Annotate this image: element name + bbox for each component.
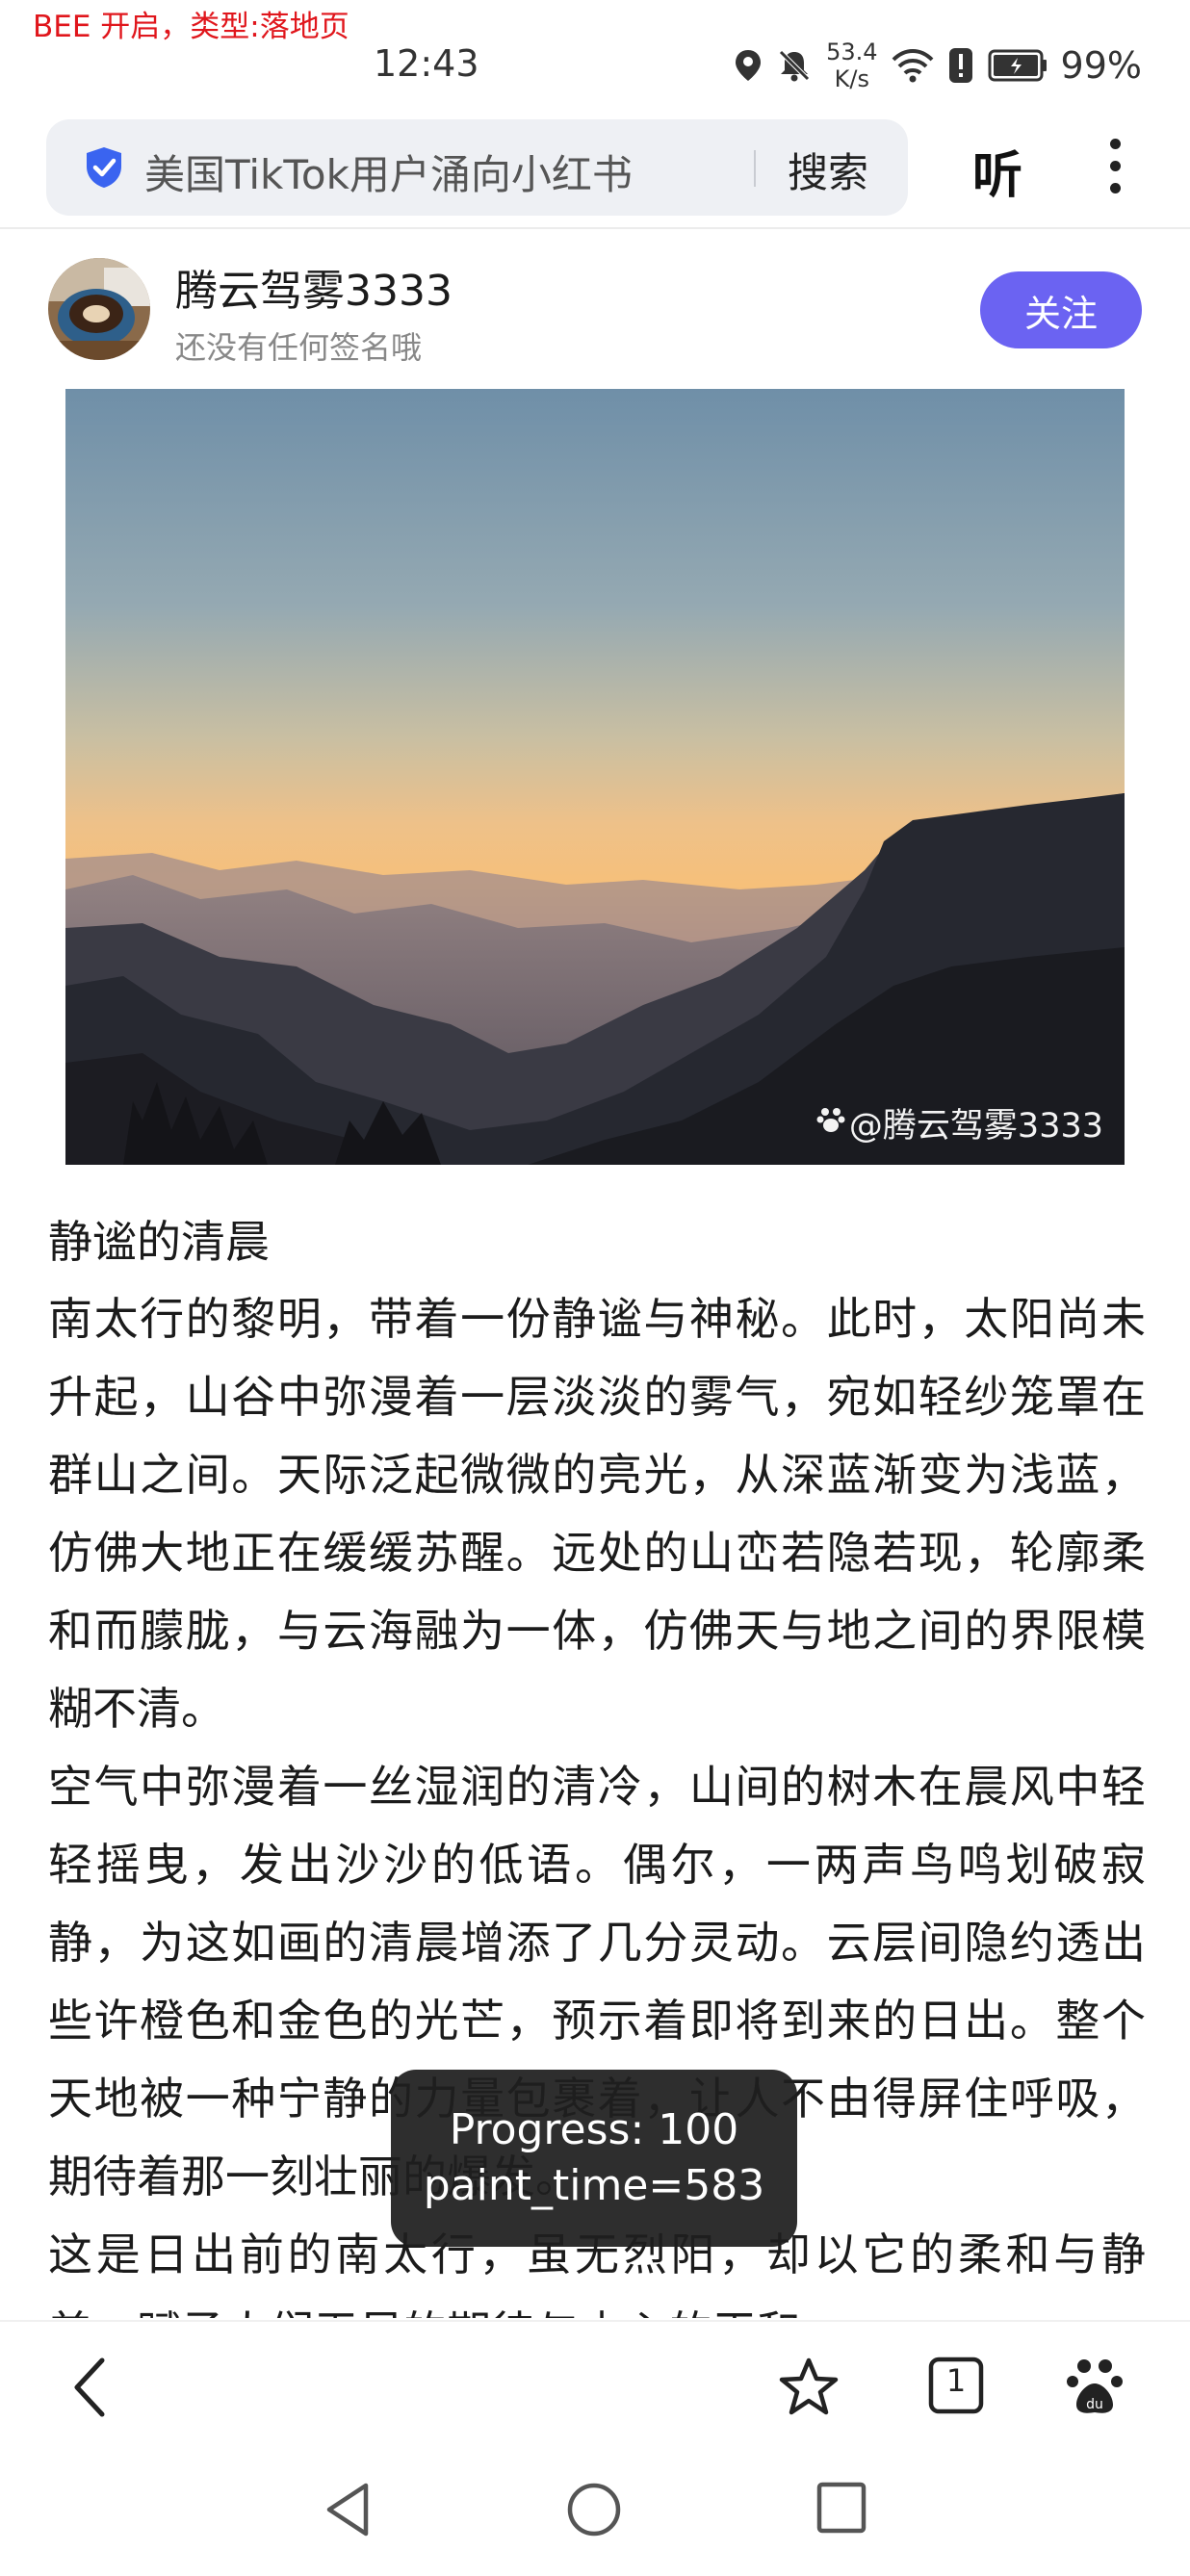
status-icons: 53.4 K/s 99% bbox=[734, 37, 1142, 94]
address-bar[interactable]: 美国TikTok用户涌向小红书 搜索 bbox=[46, 119, 908, 216]
status-bar: 12:43 53.4 K/s 99% bbox=[0, 0, 1190, 116]
tabs-button[interactable]: 1 bbox=[928, 2357, 984, 2418]
baidu-paw-icon[interactable]: du bbox=[1067, 2357, 1123, 2422]
wifi-icon bbox=[892, 48, 934, 83]
mute-bell-icon bbox=[776, 47, 813, 84]
location-icon bbox=[734, 48, 763, 83]
article-title: 静谧的清晨 bbox=[48, 1216, 270, 1268]
nav-back-icon[interactable] bbox=[323, 2482, 372, 2541]
star-icon[interactable] bbox=[778, 2357, 840, 2422]
battery-percent: 99% bbox=[1060, 44, 1142, 87]
status-time: 12:43 bbox=[374, 42, 479, 85]
image-watermark: @腾云驾雾3333 bbox=[816, 1098, 1103, 1147]
alert-icon bbox=[947, 46, 974, 85]
back-arrow-icon[interactable] bbox=[69, 2357, 112, 2422]
avatar[interactable] bbox=[48, 258, 150, 360]
article-image[interactable]: @腾云驾雾3333 bbox=[65, 389, 1125, 1165]
search-query-text[interactable]: 美国TikTok用户涌向小红书 bbox=[144, 142, 633, 201]
paw-icon bbox=[816, 1104, 845, 1143]
network-speed-unit: K/s bbox=[834, 65, 869, 92]
author-name[interactable]: 腾云驾雾3333 bbox=[175, 256, 453, 318]
article-paragraph: 南太行的黎明，带着一份静谧与神秘。此时，太阳尚未升起，山谷中弥漫着一层淡淡的雾气… bbox=[48, 1293, 1146, 1735]
progress-toast: Progress: 100 paint_time=583 bbox=[391, 2070, 797, 2247]
nav-recents-icon[interactable] bbox=[816, 2482, 867, 2537]
toast-progress: Progress: 100 bbox=[449, 2105, 739, 2154]
bottom-toolbar: 1 du bbox=[0, 2320, 1190, 2451]
watermark-text: @腾云驾雾3333 bbox=[848, 1107, 1103, 1146]
battery-icon bbox=[988, 48, 1048, 83]
toast-paint-time: paint_time=583 bbox=[423, 2161, 765, 2210]
system-nav-bar bbox=[0, 2453, 1190, 2576]
shield-icon bbox=[83, 145, 125, 193]
listen-button[interactable]: 听 bbox=[972, 135, 1022, 207]
follow-button[interactable]: 关注 bbox=[980, 271, 1142, 348]
network-speed: 53.4 K/s bbox=[826, 39, 877, 92]
address-divider bbox=[754, 150, 756, 187]
nav-home-icon[interactable] bbox=[566, 2482, 622, 2541]
author-signature: 还没有任何签名哦 bbox=[175, 329, 423, 366]
network-speed-value: 53.4 bbox=[826, 39, 878, 65]
search-button[interactable]: 搜索 bbox=[788, 141, 868, 199]
tab-count: 1 bbox=[945, 2362, 967, 2399]
header-divider bbox=[0, 227, 1190, 229]
more-menu-icon[interactable] bbox=[1105, 139, 1125, 200]
page-root: BEE 开启，类型:落地页 12:43 53.4 K/s 99% 美国TikTo… bbox=[0, 0, 1190, 2576]
svg-text:du: du bbox=[1086, 2397, 1103, 2412]
sunrise-mountain-illustration bbox=[65, 389, 1125, 1165]
